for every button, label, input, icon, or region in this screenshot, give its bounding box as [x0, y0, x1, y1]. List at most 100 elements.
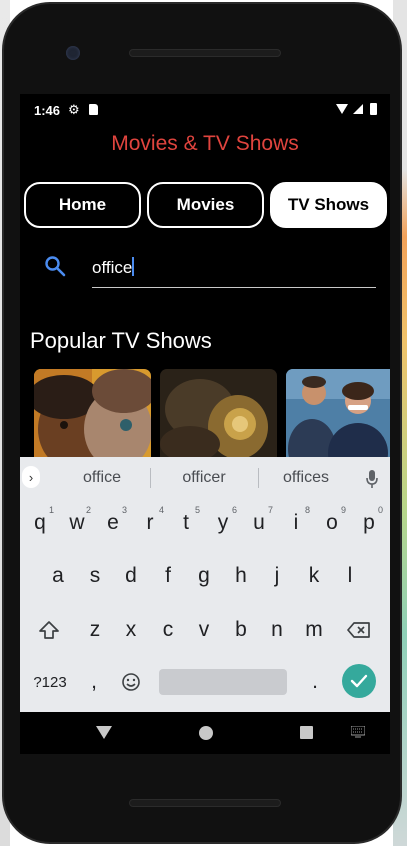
symbols-label: ?123	[33, 673, 67, 691]
tab-home-label: Home	[58, 195, 107, 214]
key-hint: 4	[158, 505, 164, 515]
backspace-key[interactable]	[342, 610, 376, 650]
status-bar: 1:46 ⚙	[20, 94, 390, 124]
key-p[interactable]: p0	[352, 503, 386, 543]
poster-image-3	[286, 369, 390, 464]
key-label: t	[183, 511, 189, 534]
section-title-popular-tv-shows: Popular TV Shows	[30, 328, 212, 353]
key-c[interactable]: c	[151, 610, 185, 650]
period-key[interactable]: .	[298, 662, 332, 702]
key-h[interactable]: h	[224, 556, 258, 596]
bottom-speaker-grille	[129, 799, 281, 807]
key-hint: 1	[48, 505, 54, 515]
key-x[interactable]: x	[114, 610, 148, 650]
back-icon[interactable]	[96, 726, 112, 739]
key-f[interactable]: f	[151, 556, 185, 596]
key-label: i	[293, 511, 299, 534]
chevron-right-icon[interactable]: ›	[22, 466, 40, 488]
emoji-icon	[122, 673, 140, 691]
key-label: r	[146, 511, 154, 534]
front-camera	[66, 46, 80, 60]
key-hint: 0	[377, 505, 383, 515]
tab-home[interactable]: Home	[24, 182, 141, 228]
suggestion-1[interactable]: office	[48, 457, 156, 499]
key-t[interactable]: t5	[169, 503, 203, 543]
recents-icon[interactable]	[300, 726, 313, 739]
enter-key[interactable]	[342, 664, 376, 698]
key-g[interactable]: g	[187, 556, 221, 596]
tab-movies-label: Movies	[176, 195, 235, 214]
key-l[interactable]: l	[333, 556, 367, 596]
key-a[interactable]: a	[41, 556, 75, 596]
key-hint: 7	[267, 505, 273, 515]
key-b[interactable]: b	[224, 610, 258, 650]
key-e[interactable]: e3	[96, 503, 130, 543]
checkmark-icon	[350, 674, 368, 688]
key-hint: 5	[194, 505, 200, 515]
poster-image-1	[34, 369, 151, 464]
key-w[interactable]: w2	[60, 503, 94, 543]
key-hint: 8	[304, 505, 310, 515]
key-i[interactable]: i8	[279, 503, 313, 543]
settings-notification-icon: ⚙	[68, 102, 80, 117]
home-icon[interactable]	[199, 726, 213, 740]
system-navigation-bar	[20, 714, 390, 754]
app-screen: 1:46 ⚙ Movies & TV Shows Home Movies TV …	[20, 94, 390, 754]
poster-image-2	[160, 369, 277, 464]
tab-tv-shows[interactable]: TV Shows	[270, 182, 387, 228]
space-bar[interactable]	[159, 669, 287, 695]
key-n[interactable]: n	[260, 610, 294, 650]
keyboard-switch-icon[interactable]	[351, 726, 365, 738]
tv-show-poster-3[interactable]	[286, 369, 390, 464]
wifi-icon	[336, 104, 348, 114]
search-icon[interactable]	[44, 255, 66, 277]
suggestion-3[interactable]: offices	[252, 457, 360, 499]
search-input-value: office	[92, 258, 133, 277]
cell-signal-icon	[353, 104, 363, 114]
backspace-icon	[347, 622, 370, 638]
key-label: u	[253, 511, 265, 534]
key-hint: 2	[85, 505, 91, 515]
search-input[interactable]: office	[92, 252, 376, 288]
key-hint: 3	[121, 505, 127, 515]
phone-frame: 1:46 ⚙ Movies & TV Shows Home Movies TV …	[2, 2, 402, 844]
symbols-key-row[interactable]: ?123	[28, 662, 72, 702]
key-s[interactable]: s	[78, 556, 112, 596]
key-label: w	[69, 511, 85, 534]
suggestion-strip: › office officer offices	[20, 457, 390, 499]
key-label: y	[217, 511, 229, 534]
tv-show-poster-1[interactable]	[34, 369, 151, 464]
microphone-icon[interactable]	[365, 469, 379, 489]
key-label: o	[326, 511, 338, 534]
emoji-key[interactable]	[114, 662, 148, 702]
shift-icon	[39, 621, 59, 639]
key-q[interactable]: q1	[23, 503, 57, 543]
key-k[interactable]: k	[297, 556, 331, 596]
key-label: q	[34, 511, 46, 534]
app-title: Movies & TV Shows	[111, 132, 299, 155]
key-label: p	[363, 511, 375, 534]
sd-card-icon	[89, 104, 98, 115]
key-v[interactable]: v	[187, 610, 221, 650]
status-time: 1:46	[34, 103, 61, 118]
key-r[interactable]: r4	[133, 503, 167, 543]
key-hint: 9	[340, 505, 346, 515]
key-z[interactable]: z	[78, 610, 112, 650]
key-label: e	[107, 511, 119, 534]
battery-icon	[370, 103, 377, 115]
comma-key[interactable]: ,	[77, 662, 111, 702]
tv-show-poster-2[interactable]	[160, 369, 277, 464]
shift-key[interactable]	[32, 610, 66, 650]
key-j[interactable]: j	[260, 556, 294, 596]
tab-movies[interactable]: Movies	[147, 182, 264, 228]
key-d[interactable]: d	[114, 556, 148, 596]
top-speaker-grille	[129, 49, 281, 57]
key-m[interactable]: m	[297, 610, 331, 650]
tab-tv-shows-label: TV Shows	[287, 195, 370, 214]
suggestion-2[interactable]: officer	[150, 457, 258, 499]
text-cursor	[132, 257, 135, 276]
key-y[interactable]: y6	[206, 503, 240, 543]
key-hint: 6	[231, 505, 237, 515]
key-o[interactable]: o9	[315, 503, 349, 543]
key-u[interactable]: u7	[242, 503, 276, 543]
